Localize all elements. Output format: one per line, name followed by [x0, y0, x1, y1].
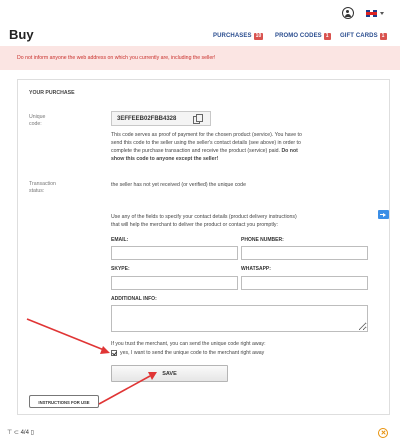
page-indicator: ⊤ ⊂ 4/4 ▯ [7, 430, 34, 436]
annotation-arrow-checkbox [26, 318, 105, 351]
annotation-arrows [26, 318, 157, 405]
annotation-arrow-save [98, 375, 151, 405]
close-icon[interactable] [378, 428, 388, 438]
annotation-arrowhead-checkbox [100, 346, 110, 354]
